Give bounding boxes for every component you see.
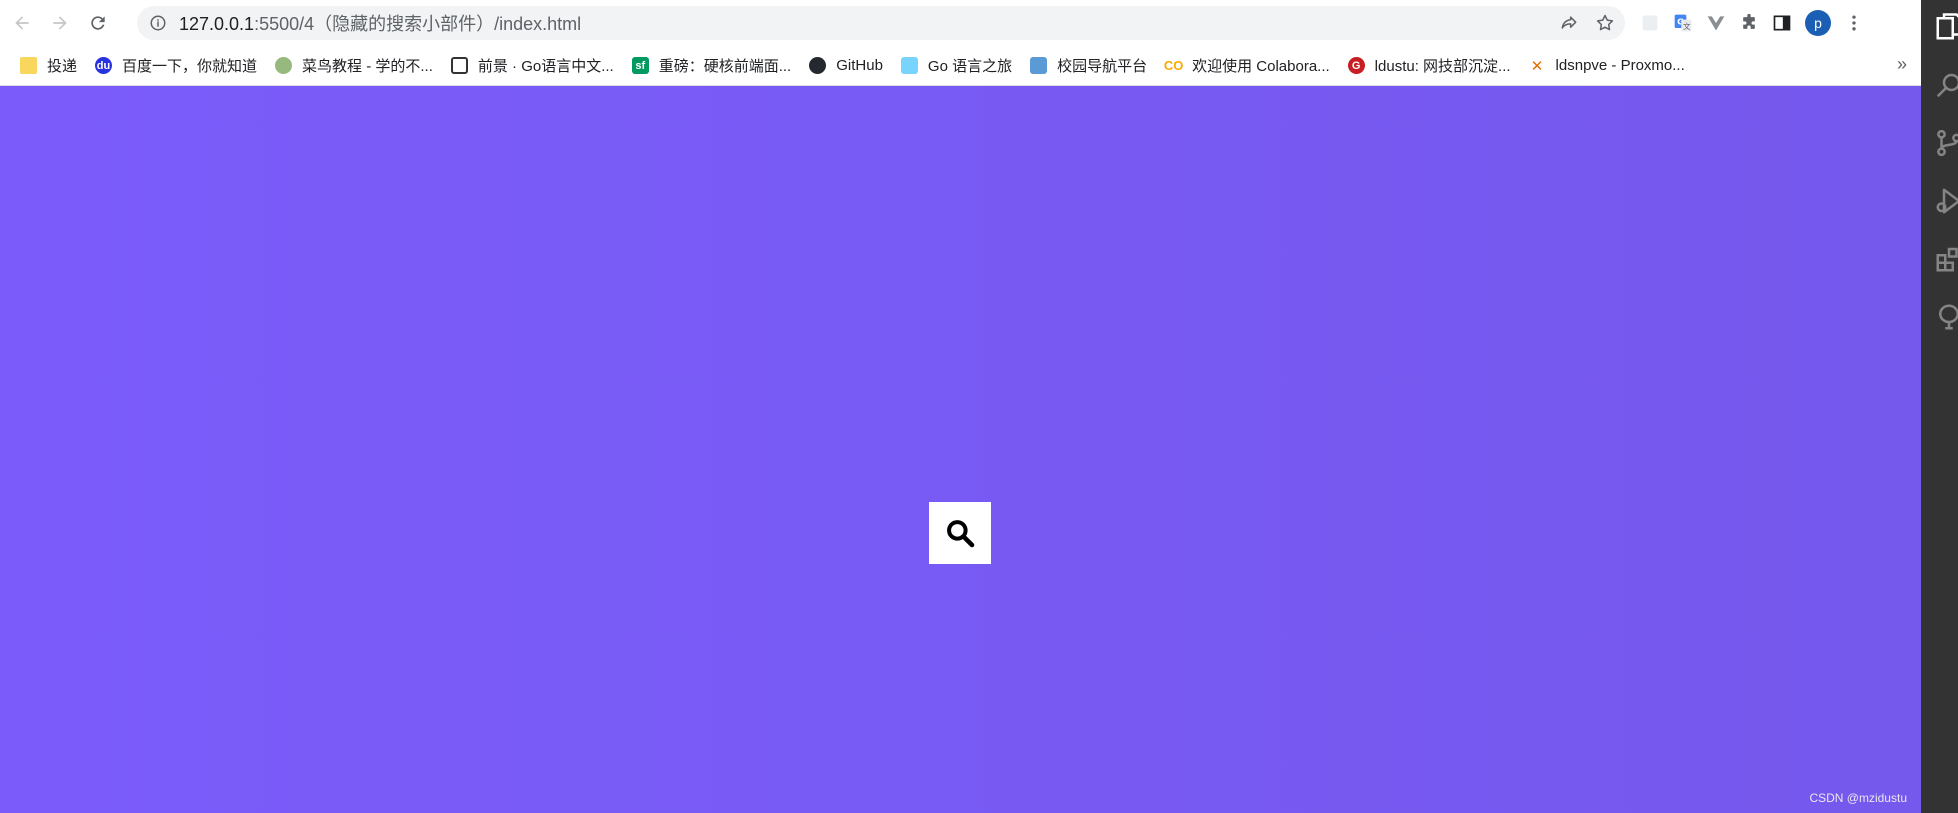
bookmark-label: 前景 · Go语言中文...: [477, 58, 614, 75]
search-icon: [947, 520, 975, 548]
side-panel-icon[interactable]: [1772, 13, 1792, 33]
bookmark-item[interactable]: 投递: [20, 55, 77, 76]
bookmark-item[interactable]: 菜鸟教程 - 学的不...: [275, 55, 433, 76]
runoob-icon: [275, 57, 293, 74]
colab-icon: CO: [1163, 58, 1184, 73]
explorer-icon[interactable]: [1934, 12, 1958, 42]
url-path: :5500/4（隐藏的搜索小部件）/index.html: [254, 14, 582, 34]
svg-text:文: 文: [1683, 21, 1691, 31]
profile-avatar[interactable]: p: [1805, 10, 1831, 36]
back-button[interactable]: [6, 7, 38, 39]
run-debug-icon[interactable]: [1934, 186, 1958, 216]
bookmark-item[interactable]: du 百度一下，你就知道: [95, 55, 257, 76]
bookmarks-bar: 投递 du 百度一下，你就知道 菜鸟教程 - 学的不... 前景 · Go语言中…: [0, 46, 1921, 86]
search-icon[interactable]: [1934, 70, 1958, 100]
bookmark-label: 欢迎使用 Colabora...: [1192, 58, 1330, 75]
search-button[interactable]: [929, 502, 991, 564]
vue-devtools-icon[interactable]: [1706, 13, 1726, 33]
bookmark-item[interactable]: ✕ ldsnpve - Proxmo...: [1529, 57, 1685, 75]
share-icon[interactable]: [1559, 13, 1579, 33]
gopher-icon: [900, 57, 918, 74]
bookmark-label: 菜鸟教程 - 学的不...: [302, 58, 433, 75]
extensions-icon[interactable]: [1934, 244, 1958, 274]
translate-icon[interactable]: G文: [1673, 13, 1693, 33]
baidu-icon: du: [95, 57, 113, 74]
url-host: 127.0.0.1: [179, 14, 255, 34]
bookmark-item[interactable]: 校园导航平台: [1030, 55, 1147, 76]
forward-button[interactable]: [44, 7, 76, 39]
bookmark-item[interactable]: Go 语言之旅: [900, 55, 1013, 76]
editor-activity-bar: [1921, 0, 1958, 813]
address-bar[interactable]: 127.0.0.1:5500/4（隐藏的搜索小部件）/index.html: [137, 6, 1625, 40]
bookmark-label: 投递: [47, 58, 78, 75]
bookmark-label: ldsnpve - Proxmo...: [1555, 57, 1685, 74]
sf-icon: sf: [631, 57, 649, 74]
reload-icon: [91, 16, 105, 30]
arrow-right-icon: [53, 16, 67, 30]
proxmox-icon: ✕: [1530, 57, 1544, 75]
campus-icon: [1030, 57, 1048, 74]
source-control-icon[interactable]: [1934, 128, 1958, 158]
reload-button[interactable]: [82, 7, 114, 39]
page-content: CSDN @mzidustu: [0, 86, 1921, 813]
extensions-puzzle-icon[interactable]: [1739, 13, 1759, 33]
arrow-left-icon: [15, 16, 29, 30]
testing-icon[interactable]: [1934, 302, 1958, 332]
bookmark-label: 重磅：硬核前端面...: [658, 58, 792, 75]
gitee-icon: G: [1347, 57, 1365, 74]
bookmark-label: 百度一下，你就知道: [122, 58, 258, 75]
browser-toolbar: 127.0.0.1:5500/4（隐藏的搜索小部件）/index.html G文: [0, 0, 1921, 46]
watermark-text: CSDN @mzidustu: [1809, 791, 1907, 805]
info-icon: [150, 15, 166, 31]
book-icon: [450, 57, 468, 74]
bookmark-label: GitHub: [836, 57, 883, 74]
address-bar-actions: [1559, 6, 1615, 40]
bookmark-label: Go 语言之旅: [927, 58, 1013, 75]
bookmark-item[interactable]: sf 重磅：硬核前端面...: [631, 55, 792, 76]
bookmark-item[interactable]: CO 欢迎使用 Colabora...: [1163, 55, 1330, 76]
bookmarks-overflow-button[interactable]: »: [1897, 54, 1907, 75]
bookmark-item[interactable]: 前景 · Go语言中文...: [450, 55, 614, 76]
url-text: 127.0.0.1:5500/4（隐藏的搜索小部件）/index.html: [179, 10, 581, 36]
star-icon[interactable]: [1595, 13, 1615, 33]
github-icon: [809, 57, 827, 74]
bookmark-item[interactable]: GitHub: [809, 57, 883, 74]
extension-blank-icon[interactable]: [1640, 13, 1660, 33]
folder-icon: [20, 57, 37, 74]
bookmark-label: ldustu: 网技部沉淀...: [1374, 58, 1511, 75]
browser-window: 127.0.0.1:5500/4（隐藏的搜索小部件）/index.html G文: [0, 0, 1921, 813]
kebab-menu-icon[interactable]: [1844, 13, 1864, 33]
bookmark-item[interactable]: G ldustu: 网技部沉淀...: [1347, 55, 1511, 76]
bookmark-label: 校园导航平台: [1057, 58, 1148, 75]
extensions-area: G文 p: [1640, 7, 1864, 39]
